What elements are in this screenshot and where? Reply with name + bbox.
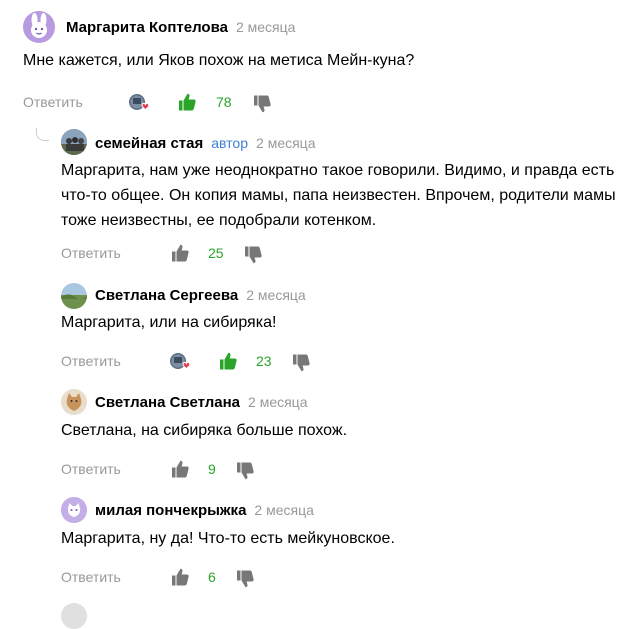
- like-count: 25: [208, 245, 224, 261]
- comment-text-line: Маргарита, нам уже неоднократно такое го…: [61, 162, 615, 179]
- comment-text: Светлана, на сибиряка больше похож.: [61, 418, 347, 443]
- comment-actions: Ответить 25: [61, 243, 281, 265]
- comment-meta: Светлана Сергеева 2 месяца: [95, 287, 306, 304]
- comment-date: 2 месяца: [256, 135, 316, 151]
- purple-cat-avatar[interactable]: [61, 497, 87, 523]
- thumbs-down-icon[interactable]: [243, 245, 263, 265]
- next-comment-avatar[interactable]: [61, 603, 87, 629]
- comment-text-line: Маргарита, или на сибиряка!: [61, 314, 277, 331]
- comment-actions: Ответить 78: [23, 92, 283, 114]
- comment-text-line: что-то общее. Он копия мамы, папа неизве…: [61, 187, 616, 204]
- thumbs-up-icon[interactable]: [218, 351, 238, 371]
- comment-date: 2 месяца: [246, 287, 306, 303]
- author-badge: автор: [211, 135, 249, 151]
- comment-date: 2 месяца: [248, 394, 308, 410]
- author-name[interactable]: Светлана Сергеева: [95, 287, 238, 304]
- thumbs-up-icon[interactable]: [170, 243, 190, 263]
- comment-date: 2 месяца: [235, 19, 296, 35]
- purple-bunny-avatar[interactable]: [23, 11, 55, 43]
- thumbs-down-icon[interactable]: [235, 569, 255, 589]
- like-count: 6: [208, 569, 216, 585]
- author-name[interactable]: милая пончекрыжка: [95, 502, 246, 519]
- thumbs-down-icon[interactable]: [291, 353, 311, 373]
- like-count: 9: [208, 461, 216, 477]
- landscape-photo-avatar[interactable]: [61, 283, 87, 309]
- thumbs-down-icon[interactable]: [252, 94, 272, 114]
- comment-text: Маргарита, ну да! Что-то есть мейкуновск…: [61, 526, 395, 551]
- comment-text: Маргарита, или на сибиряка!: [61, 310, 276, 335]
- comment-text-line: тоже неизвестны, ее подобрали котенком.: [61, 212, 377, 229]
- reactor-avatars-heart-icon[interactable]: [169, 351, 191, 373]
- thumbs-up-icon[interactable]: [177, 92, 197, 112]
- comment-meta: Светлана Светлана 2 месяца: [95, 394, 308, 411]
- comment-meta: Маргарита Коптелова 2 месяца: [66, 19, 295, 36]
- like-count: 78: [216, 94, 232, 110]
- comment-meta: милая пончекрыжка 2 месяца: [95, 502, 314, 519]
- comment-text: Маргарита, нам уже неоднократно такое го…: [61, 158, 616, 233]
- comment-text: Мне кажется, или Яков похож на метиса Ме…: [23, 48, 414, 73]
- comment-text-line: Мне кажется, или Яков похож на метиса Ме…: [23, 52, 415, 69]
- author-name[interactable]: семейная стая: [95, 135, 203, 152]
- comment-date: 2 месяца: [254, 502, 314, 518]
- family-photo-avatar[interactable]: [61, 129, 87, 155]
- comment-actions: Ответить 6: [61, 567, 281, 589]
- author-name[interactable]: Маргарита Коптелова: [66, 19, 228, 36]
- thumbs-down-icon[interactable]: [235, 461, 255, 481]
- comment-actions: Ответить 9: [61, 459, 281, 481]
- reply-button[interactable]: Ответить: [61, 245, 121, 261]
- comment-actions: Ответить 23: [61, 351, 321, 373]
- thread-connector: [36, 128, 49, 141]
- comment-text-line: Светлана, на сибиряка больше похож.: [61, 422, 348, 439]
- reply-button[interactable]: Ответить: [61, 569, 121, 585]
- reply-button[interactable]: Ответить: [61, 461, 121, 477]
- like-count: 23: [256, 353, 272, 369]
- cat-photo-avatar[interactable]: [61, 389, 87, 415]
- thumbs-up-icon[interactable]: [170, 459, 190, 479]
- reactor-avatars-heart-icon[interactable]: [128, 92, 150, 114]
- thumbs-up-icon[interactable]: [170, 567, 190, 587]
- author-name[interactable]: Светлана Светлана: [95, 394, 240, 411]
- reply-button[interactable]: Ответить: [23, 94, 83, 110]
- comment-meta: семейная стая автор 2 месяца: [95, 135, 316, 152]
- reply-button[interactable]: Ответить: [61, 353, 121, 369]
- comment-text-line: Маргарита, ну да! Что-то есть мейкуновск…: [61, 530, 395, 547]
